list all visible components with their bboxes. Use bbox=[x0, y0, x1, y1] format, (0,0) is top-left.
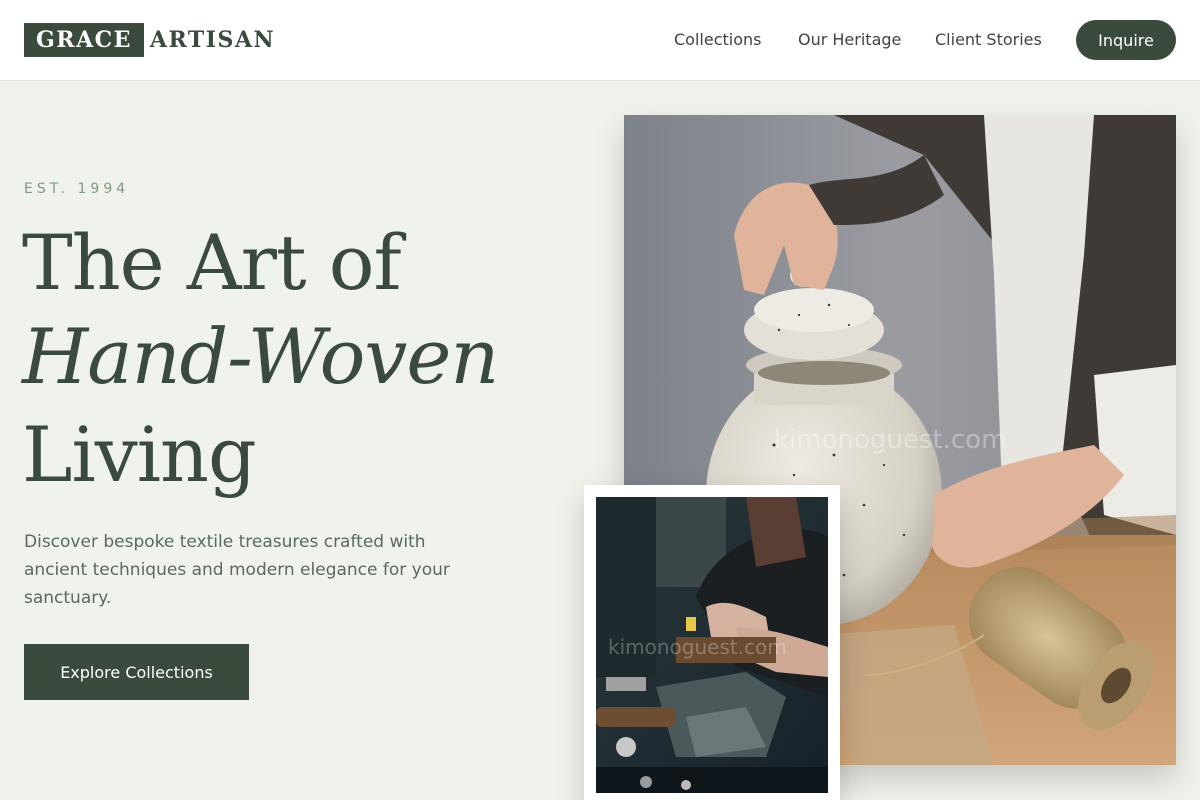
logo-box-text: GRACE bbox=[24, 23, 144, 57]
hero-eyebrow: EST. 1994 bbox=[24, 181, 130, 197]
small-image-watermark: kimonoguest.com bbox=[608, 635, 787, 659]
nav-link-client-stories[interactable]: Client Stories bbox=[935, 30, 1042, 50]
nav-link-our-heritage[interactable]: Our Heritage bbox=[798, 30, 901, 50]
logo-rest-text: ARTISAN bbox=[149, 27, 276, 53]
nav-link-collections[interactable]: Collections bbox=[674, 30, 761, 50]
hero-title-line-2: Hand-Woven bbox=[22, 312, 499, 401]
explore-collections-button[interactable]: Explore Collections bbox=[24, 644, 249, 700]
site-header: GRACE ARTISAN Collections Our Heritage C… bbox=[0, 0, 1200, 81]
inquire-button[interactable]: Inquire bbox=[1076, 20, 1176, 60]
hero-title-line-1: The Art of bbox=[22, 218, 402, 307]
brand-logo[interactable]: GRACE ARTISAN bbox=[24, 23, 275, 57]
jeweler-image-frame: kimonoguest.com bbox=[584, 485, 840, 800]
jeweler-workbench-image: kimonoguest.com bbox=[596, 497, 828, 793]
hero-description: Discover bespoke textile treasures craft… bbox=[24, 532, 450, 608]
hero-title-line-3: Living bbox=[22, 410, 257, 499]
main-image-watermark: kimonoguest.com bbox=[774, 425, 1007, 455]
